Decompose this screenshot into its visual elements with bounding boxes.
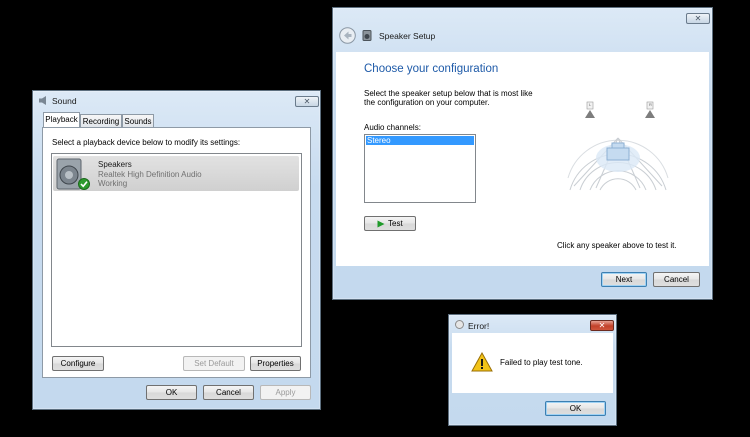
error-message: Failed to play test tone.	[500, 358, 583, 367]
error-title: Error!	[468, 321, 490, 331]
sound-cancel-button[interactable]: Cancel	[203, 385, 254, 400]
play-icon	[377, 220, 385, 228]
tab-sounds[interactable]: Sounds	[122, 114, 154, 128]
sound-ok-button[interactable]: OK	[146, 385, 197, 400]
speaker-icon	[39, 96, 46, 105]
sound-close-button[interactable]: ✕	[295, 96, 319, 107]
error-app-icon	[455, 320, 464, 329]
configuration-description-line2: the configuration on your computer.	[364, 98, 490, 107]
playback-instruction: Select a playback device below to modify…	[52, 138, 241, 147]
configuration-heading: Choose your configuration	[364, 63, 499, 75]
tab-playback[interactable]: Playback	[43, 112, 80, 127]
set-default-button[interactable]: Set Default	[183, 356, 245, 371]
left-speaker-label: L	[589, 102, 592, 107]
speaker-setup-app-icon	[362, 30, 372, 41]
speaker-test-hint: Click any speaker above to test it.	[557, 241, 677, 250]
next-button[interactable]: Next	[601, 272, 647, 287]
warning-icon	[471, 352, 493, 372]
back-arrow-icon[interactable]	[339, 27, 356, 44]
error-ok-button[interactable]: OK	[545, 401, 606, 416]
tab-recording[interactable]: Recording	[80, 114, 122, 128]
device-name: Speakers	[98, 160, 132, 169]
audio-channels-label: Audio channels:	[364, 123, 421, 132]
device-status: Working	[98, 179, 128, 188]
speaker-diagram	[567, 137, 669, 191]
speaker-setup-cancel-button[interactable]: Cancel	[653, 272, 700, 287]
configuration-description-line1: Select the speaker setup below that is m…	[364, 89, 533, 98]
configure-button[interactable]: Configure	[52, 356, 104, 371]
default-check-icon	[78, 178, 90, 190]
speaker-setup-close-button[interactable]: ✕	[686, 13, 710, 24]
right-speaker-label: R	[649, 102, 652, 107]
speaker-setup-titlebar[interactable]	[333, 8, 712, 52]
device-driver: Realtek High Definition Audio	[98, 170, 202, 179]
test-button-label: Test	[388, 219, 403, 228]
error-close-button[interactable]: ✕	[590, 320, 614, 331]
sound-window-title: Sound	[52, 96, 77, 106]
channel-option-stereo[interactable]: Stereo	[366, 136, 474, 145]
speaker-setup-title: Speaker Setup	[379, 31, 436, 41]
sound-apply-button[interactable]: Apply	[260, 385, 311, 400]
properties-button[interactable]: Properties	[250, 356, 301, 371]
